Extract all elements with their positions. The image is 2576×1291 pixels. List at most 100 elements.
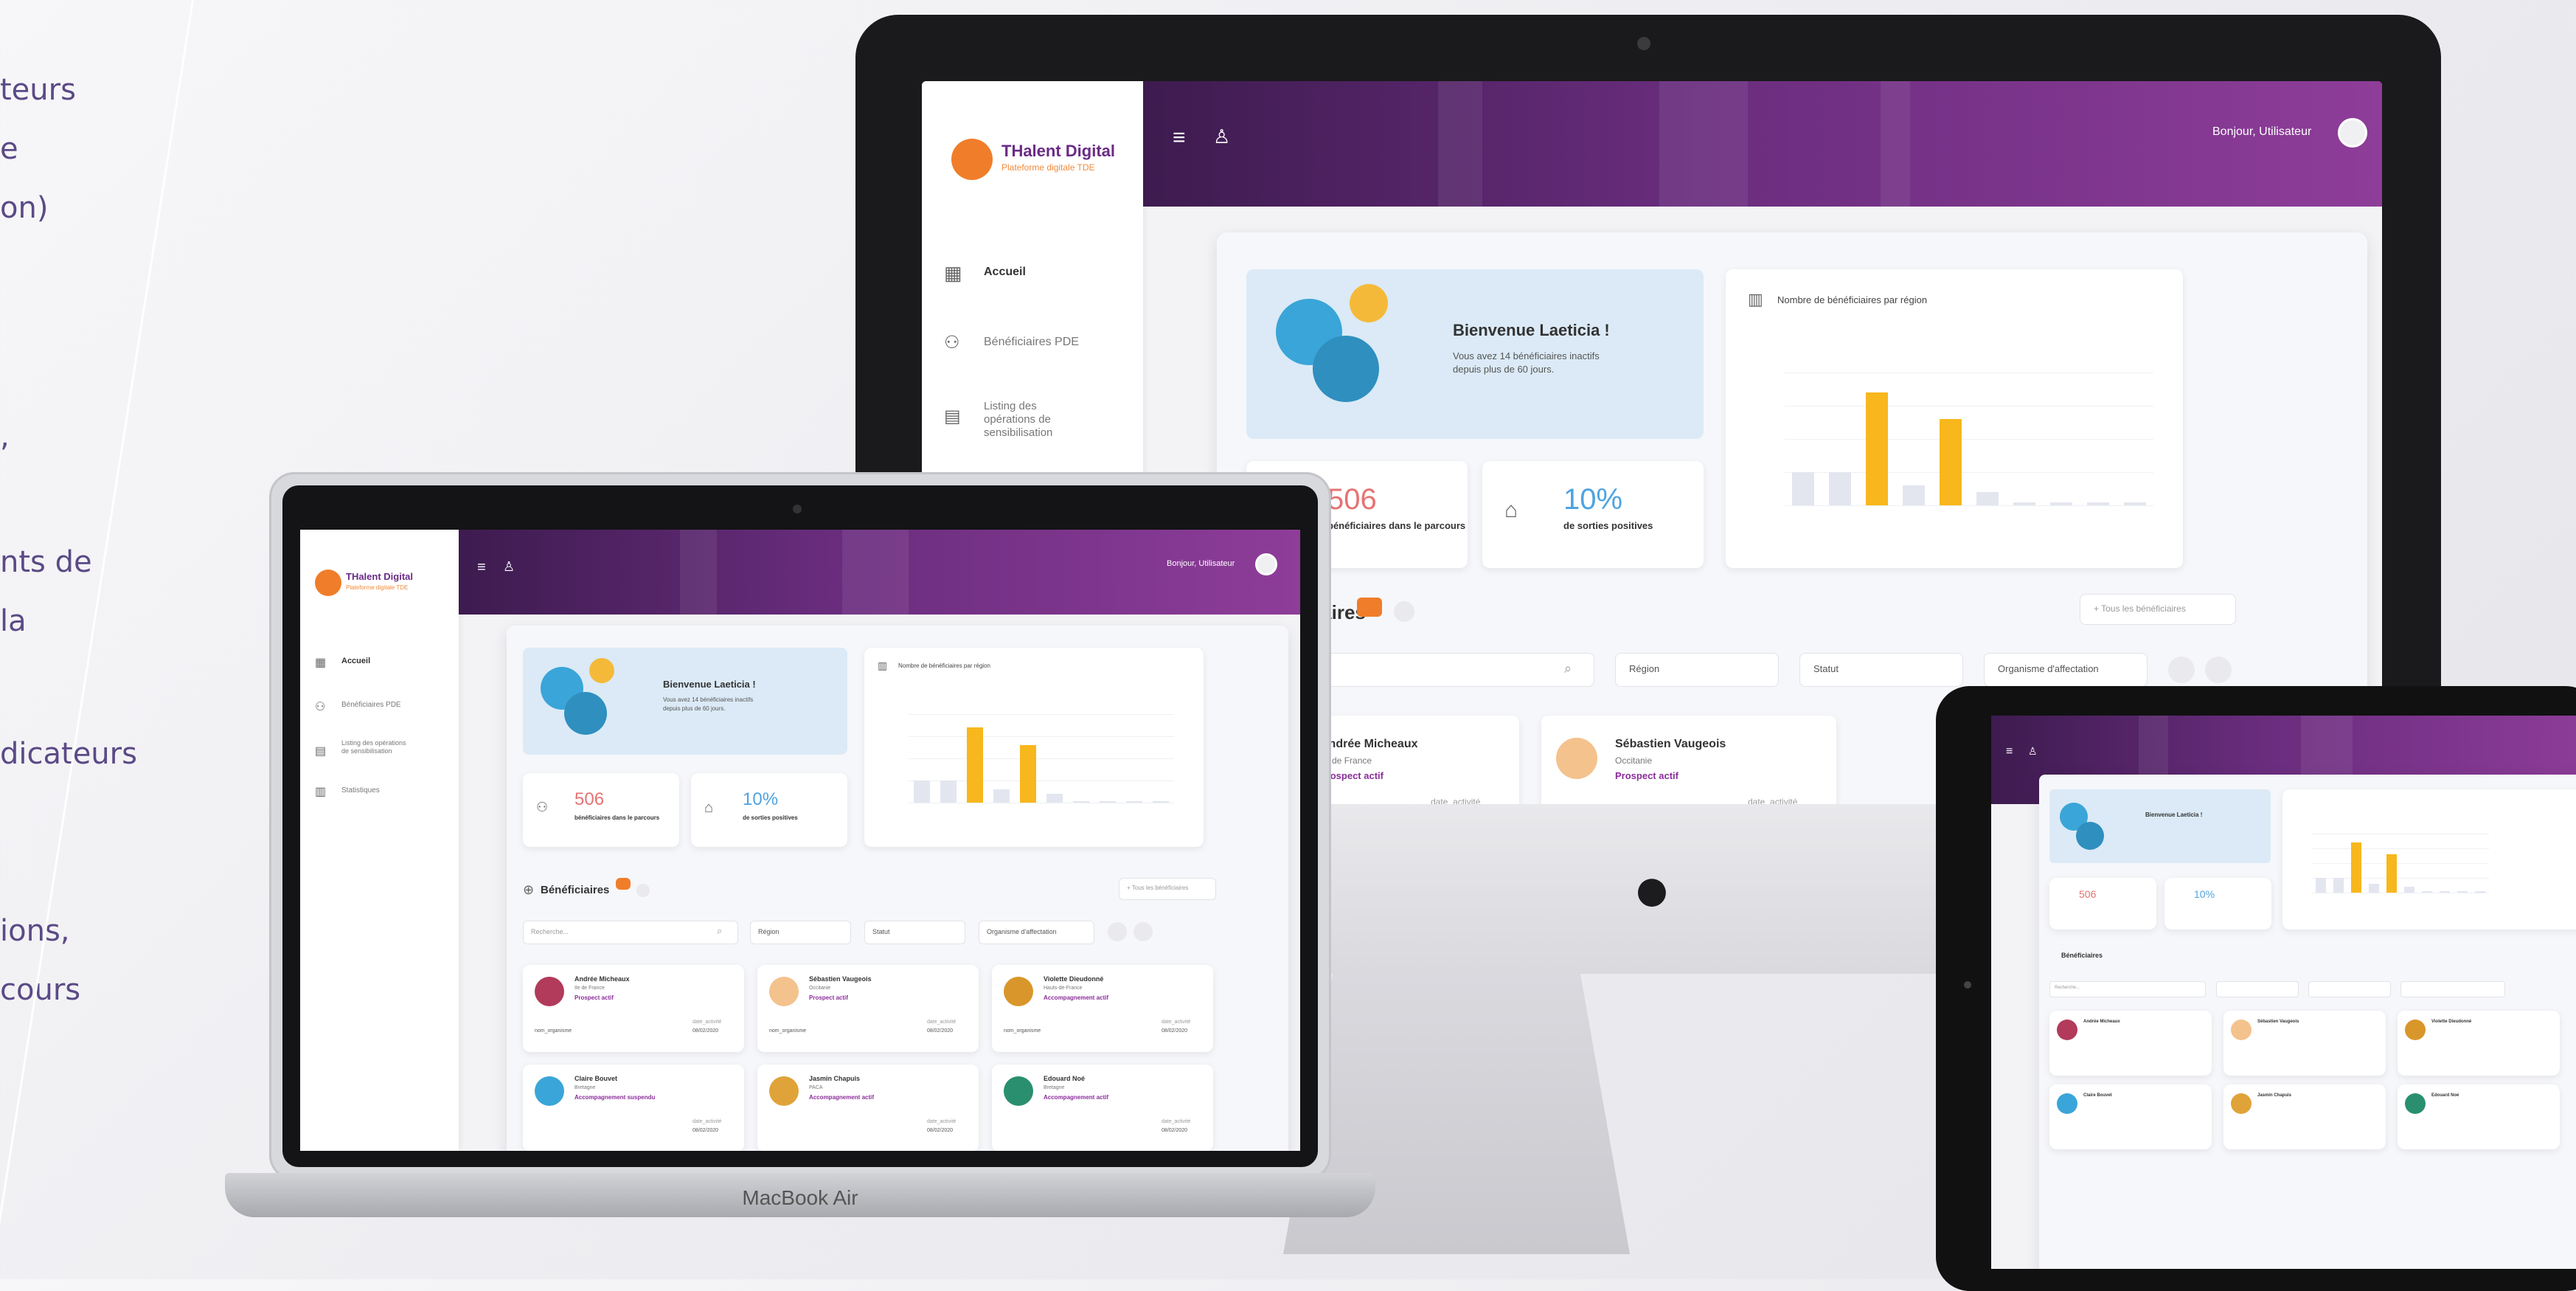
beneficiary-card[interactable]: Claire Bouvet	[2049, 1084, 2212, 1149]
reset-icon[interactable]	[1133, 922, 1153, 941]
sidebar-item-accueil[interactable]: Accueil	[984, 266, 1026, 279]
org-label: Organisme d'affectation	[987, 928, 1057, 935]
card-region: Hauts-de-France	[1044, 986, 1083, 991]
chart-gridline	[2312, 863, 2489, 864]
card-name: Jasmin Chapuis	[2257, 1093, 2292, 1098]
user-avatar[interactable]	[2338, 118, 2367, 148]
chart-bar	[1866, 392, 1888, 505]
person-avatar	[535, 1076, 564, 1106]
card-status: Accompagnement actif	[1044, 994, 1109, 1001]
chart-bar	[2087, 502, 2109, 505]
card-date: 08/02/2020	[927, 1128, 954, 1133]
region-select[interactable]	[2216, 981, 2299, 997]
users-circle-icon: ⊕	[523, 882, 535, 897]
card-date-label: date_activité	[927, 1020, 957, 1025]
card-date: 08/02/2020	[692, 1028, 719, 1034]
user-avatar[interactable]	[1255, 553, 1277, 575]
card-name: Sébastien Vaugeois	[2257, 1020, 2299, 1024]
status-label: Statut	[1813, 663, 1839, 674]
beneficiary-card[interactable]: Violette Dieudonné	[2398, 1011, 2560, 1076]
status-select[interactable]	[2308, 981, 2391, 997]
sidebar-item-listing[interactable]: Listing des opérations de sensibilisatio…	[984, 400, 1080, 440]
stat-value: 10%	[2194, 888, 2215, 900]
stat-value: 506	[2079, 888, 2097, 900]
person-avatar	[2405, 1093, 2426, 1114]
menu-icon[interactable]: ≡	[477, 559, 486, 576]
card-date: 08/02/2020	[692, 1128, 719, 1133]
person-avatar	[564, 692, 607, 735]
card-status: Accompagnement actif	[1044, 1094, 1109, 1101]
search-placeholder: Recherche...	[531, 928, 569, 935]
macbook-camera	[793, 505, 802, 513]
beneficiary-card[interactable]: Jasmin Chapuis	[2223, 1084, 2386, 1149]
beneficiary-card[interactable]: Andrée Micheaux Ile de France Prospect a…	[523, 965, 744, 1052]
filter-icon[interactable]	[2168, 657, 2195, 683]
card-name: Sébastien Vaugeois	[809, 975, 872, 983]
welcome-line: Vous avez 14 bénéficiaires inactifs	[1453, 350, 1600, 361]
org-select[interactable]: Organisme d'affectation	[979, 921, 1094, 944]
region-select[interactable]: Région	[1615, 653, 1779, 687]
person-avatar	[2231, 1093, 2252, 1114]
user-icon[interactable]: ♙	[2028, 745, 2038, 758]
region-select[interactable]: Région	[750, 921, 851, 944]
add-icon[interactable]	[636, 884, 650, 897]
beneficiary-card[interactable]: Jasmin Chapuis PACA Accompagnement actif…	[757, 1065, 979, 1151]
stat-label: de sorties positives	[1563, 520, 1653, 531]
stat-label: de sorties positives	[743, 814, 798, 821]
person-avatar	[769, 977, 799, 1006]
search-input[interactable]: Recherche... ⌕	[523, 921, 738, 944]
beneficiary-card[interactable]: Sébastien Vaugeois	[2223, 1011, 2386, 1076]
beneficiary-card[interactable]: Edouard Noé Bretagne Accompagnement acti…	[992, 1065, 1213, 1151]
sidebar-item-listing[interactable]: Listing des opérations de sensibilisatio…	[341, 739, 408, 755]
sidebar-item-beneficiaires[interactable]: Bénéficiaires PDE	[341, 701, 401, 709]
chart-icon: ▥	[1748, 290, 1763, 308]
menu-icon[interactable]: ≡	[2006, 745, 2013, 758]
logo-title: THalent Digital	[1001, 142, 1116, 160]
beneficiary-card[interactable]: Claire Bouvet Bretagne Accompagnement su…	[523, 1065, 744, 1151]
user-icon[interactable]: ♙	[1213, 125, 1230, 148]
all-beneficiaries-button[interactable]: + Tous les bénéficiaires	[1119, 878, 1216, 900]
chart-bar	[2316, 878, 2326, 893]
beneficiary-card[interactable]: Violette Dieudonné Hauts-de-France Accom…	[992, 965, 1213, 1052]
sidebar-item-stats[interactable]: Statistiques	[341, 786, 380, 795]
chart-gridline	[1785, 439, 2153, 440]
left-text-line: e	[0, 132, 18, 166]
beneficiary-card[interactable]: Edouard Noé	[2398, 1084, 2560, 1149]
person-avatar	[1313, 336, 1379, 402]
chart-bar	[1020, 745, 1036, 803]
chart-gridline	[1785, 505, 2153, 506]
card-name: Edouard Noé	[2431, 1093, 2459, 1098]
chart-bar	[967, 727, 983, 803]
beneficiary-card[interactable]: Sébastien Vaugeois Occitanie Prospect ac…	[757, 965, 979, 1052]
beneficiary-card[interactable]: Andrée Micheaux	[2049, 1011, 2212, 1076]
add-icon[interactable]	[1394, 601, 1414, 622]
card-region: Occitanie	[809, 986, 831, 991]
search-input[interactable]: Recherche...	[2049, 981, 2206, 997]
all-beneficiaries-button[interactable]: + Tous les bénéficiaires	[2080, 594, 2236, 625]
menu-icon[interactable]: ≡	[1173, 125, 1186, 150]
sidebar-item-beneficiaires[interactable]: Bénéficiaires PDE	[984, 336, 1079, 349]
org-select[interactable]: Organisme d'affectation	[1984, 653, 2148, 687]
status-select[interactable]: Statut	[864, 921, 965, 944]
status-label: Statut	[872, 928, 890, 935]
user-icon[interactable]: ♙	[503, 559, 515, 575]
macbook-label: MacBook Air	[742, 1186, 858, 1209]
card-date: 08/02/2020	[927, 1028, 954, 1034]
region-label: Région	[758, 928, 780, 935]
chart-bar	[2404, 887, 2414, 893]
sidebar-item-accueil[interactable]: Accueil	[341, 657, 370, 665]
card-org: nom_organisme	[1004, 1028, 1041, 1034]
logo-icon	[315, 570, 341, 596]
reset-icon[interactable]	[2205, 657, 2232, 683]
filter-icon[interactable]	[1108, 922, 1127, 941]
macbook-screen: THalent Digital Plateforme digitale TDE …	[300, 530, 1300, 1151]
org-select[interactable]	[2400, 981, 2505, 997]
logo-title: THalent Digital	[346, 571, 414, 582]
greeting-text: Bonjour, Utilisateur	[1167, 559, 1235, 568]
status-select[interactable]: Statut	[1799, 653, 1963, 687]
person-avatar	[589, 658, 614, 683]
chart-bar	[1073, 801, 1089, 803]
chart-bar	[1153, 801, 1169, 803]
section-title: Bénéficiaires	[541, 884, 610, 896]
users-icon: ⚇	[315, 701, 326, 713]
